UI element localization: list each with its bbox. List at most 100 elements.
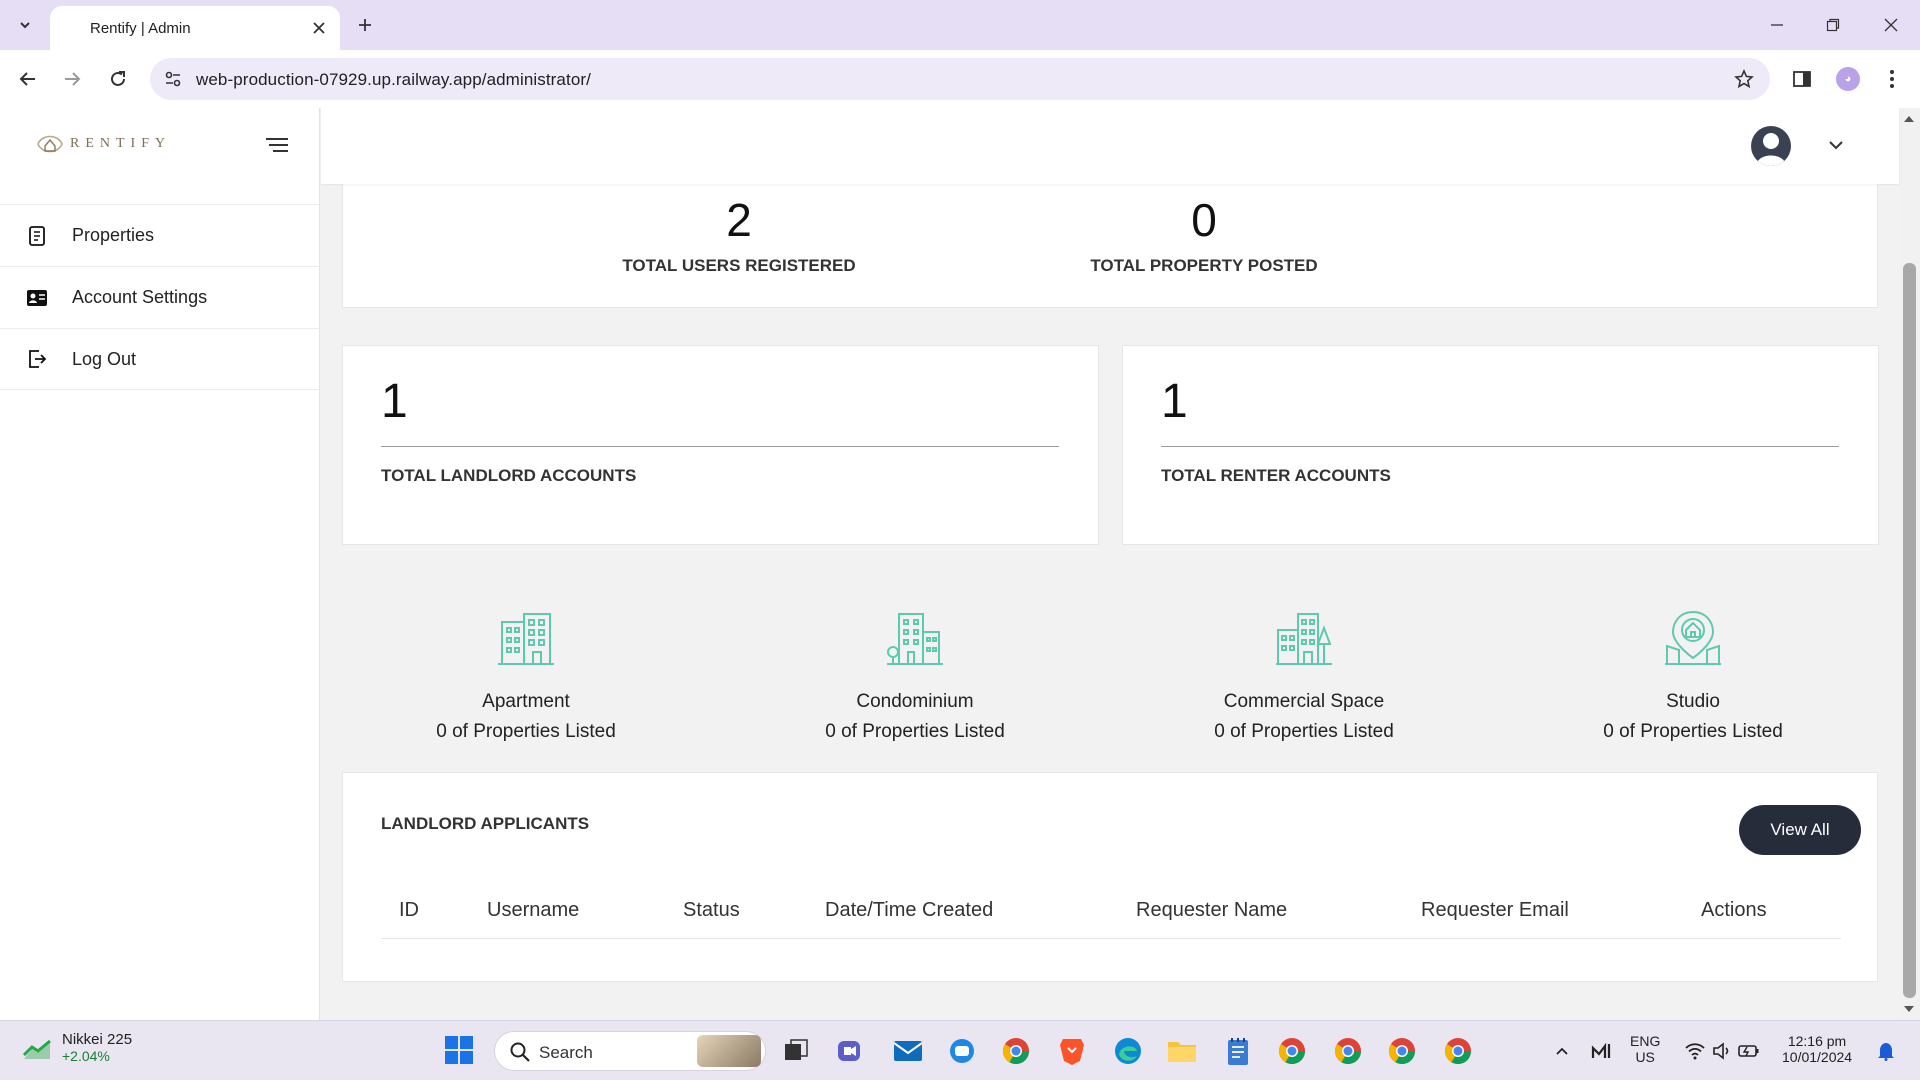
column-header-actions[interactable]: Actions (1701, 899, 1767, 922)
clock-time: 12:16 pm (1787, 1033, 1847, 1049)
back-button[interactable] (14, 65, 42, 93)
property-type-studio[interactable]: Studio 0 of Properties Listed (1543, 608, 1843, 743)
studio-icon (1665, 610, 1721, 665)
total-users-value: 2 (726, 194, 752, 246)
chrome-icon (1278, 1038, 1306, 1065)
browser-tab-bar: Rentify | Admin (0, 0, 1920, 50)
user-avatar[interactable] (1751, 126, 1791, 166)
chat-icon (950, 1039, 974, 1063)
stock-widget[interactable]: Nikkei 225 +2.04% (22, 1031, 132, 1064)
brave-app[interactable] (1054, 1033, 1090, 1069)
main-content[interactable]: 2 TOTAL USERS REGISTERED 0 TOTAL PROPERT… (321, 108, 1899, 1020)
chevron-down-icon (1829, 141, 1843, 150)
total-users-label: TOTAL USERS REGISTERED (622, 256, 856, 275)
chat-app[interactable] (944, 1033, 980, 1069)
property-type-name: Condominium (856, 691, 974, 712)
property-type-name: Commercial Space (1223, 691, 1385, 712)
tray-app-icon[interactable] (1584, 1033, 1620, 1069)
user-menu-toggle[interactable] (1825, 134, 1847, 156)
minimize-button[interactable] (1764, 12, 1790, 38)
address-bar[interactable]: web-production-07929.up.railway.app/admi… (150, 58, 1770, 100)
chrome-profile-app-3[interactable] (1384, 1033, 1420, 1069)
chrome-profile-app-1[interactable] (1274, 1033, 1310, 1069)
windows-logo-icon (445, 1036, 473, 1064)
sidebar-item-account-settings[interactable]: Account Settings (0, 266, 320, 328)
brand-name: RENTIFY (70, 136, 172, 151)
url-text[interactable]: web-production-07929.up.railway.app/admi… (196, 70, 591, 90)
sidebar-item-label: Account Settings (72, 287, 208, 307)
sidebar-item-properties[interactable]: Properties (0, 204, 320, 266)
edge-app[interactable] (1110, 1033, 1146, 1069)
teams-app[interactable] (834, 1033, 870, 1069)
sidebar-menu: Properties Account Settings Log Out (0, 204, 320, 390)
search-highlight-image (697, 1035, 761, 1067)
browser-toolbar: web-production-07929.up.railway.app/admi… (0, 50, 1920, 108)
file-explorer-app[interactable] (1164, 1033, 1200, 1069)
landlord-accounts-label: TOTAL LANDLORD ACCOUNTS (381, 466, 637, 485)
close-window-button[interactable] (1878, 12, 1904, 38)
tab-search-button[interactable] (10, 10, 40, 40)
quick-settings-button[interactable] (1680, 1033, 1764, 1069)
language-code: ENG (1630, 1033, 1661, 1049)
total-properties-label: TOTAL PROPERTY POSTED (1090, 256, 1318, 275)
property-type-condominium[interactable]: Condominium 0 of Properties Listed (765, 608, 1065, 743)
close-icon (313, 22, 325, 34)
browser-tab[interactable]: Rentify | Admin (50, 6, 340, 50)
restore-button[interactable] (1820, 12, 1846, 38)
notepad-app[interactable] (1220, 1033, 1256, 1069)
tab-close-button[interactable] (308, 17, 330, 39)
side-panel-button[interactable] (1788, 65, 1816, 93)
tray-overflow-button[interactable] (1544, 1033, 1580, 1069)
start-button[interactable] (444, 1035, 476, 1067)
bookmark-star-icon[interactable] (1732, 67, 1756, 91)
chrome-profile-app-2[interactable] (1330, 1033, 1366, 1069)
rentify-logo-icon (37, 135, 63, 153)
column-header-id[interactable]: ID (399, 899, 419, 922)
commercial-space-icon (1276, 613, 1332, 665)
chrome-icon (1388, 1038, 1416, 1065)
scroll-thumb[interactable] (1903, 263, 1916, 998)
input-language-indicator[interactable]: ENG US (1630, 1033, 1660, 1065)
battery-icon (1738, 1045, 1759, 1057)
chrome-app[interactable] (998, 1033, 1034, 1069)
sidebar-item-log-out[interactable]: Log Out (0, 328, 320, 390)
column-header-username[interactable]: Username (487, 899, 579, 922)
property-type-apartment[interactable]: Apartment 0 of Properties Listed (376, 608, 676, 743)
chrome-profile-app-4[interactable] (1440, 1033, 1476, 1069)
chrome-icon (1444, 1038, 1472, 1065)
profile-button[interactable]: ◕ (1834, 65, 1862, 93)
brand-logo[interactable]: RENTIFY (36, 132, 171, 156)
column-header-date-created[interactable]: Date/Time Created (825, 899, 993, 922)
column-header-status[interactable]: Status (683, 899, 740, 922)
scroll-up-arrow-icon[interactable] (1904, 116, 1914, 122)
taskbar-search[interactable]: Search (494, 1031, 766, 1071)
new-tab-button[interactable] (352, 12, 378, 38)
keyboard-region: US (1635, 1049, 1655, 1065)
notifications-button[interactable] (1868, 1033, 1904, 1069)
stock-chart-icon (22, 1039, 51, 1059)
renter-accounts-value: 1 (1161, 375, 1188, 428)
reload-button[interactable] (104, 65, 132, 93)
clock[interactable]: 12:16 pm 10/01/2024 (1782, 1033, 1852, 1065)
chevron-down-icon (20, 22, 30, 29)
page-scrollbar[interactable] (1899, 108, 1920, 1020)
view-all-button[interactable]: View All (1739, 805, 1861, 855)
widget-value: +2.04% (62, 1048, 110, 1064)
property-type-count: 0 of Properties Listed (1603, 721, 1783, 742)
more-vertical-icon (1890, 70, 1894, 88)
property-type-count: 0 of Properties Listed (1214, 721, 1394, 742)
document-icon (26, 225, 48, 247)
sidebar-toggle-button[interactable] (264, 132, 292, 160)
property-type-commercial-space[interactable]: Commercial Space 0 of Properties Listed (1154, 608, 1454, 743)
scroll-down-arrow-icon[interactable] (1904, 1006, 1914, 1012)
task-view-button[interactable] (778, 1033, 814, 1069)
browser-menu-button[interactable] (1878, 65, 1906, 93)
site-settings-icon[interactable] (162, 68, 184, 90)
column-header-requester-email[interactable]: Requester Email (1421, 899, 1569, 922)
side-panel-icon (1793, 71, 1811, 87)
forward-button[interactable] (58, 65, 86, 93)
notepad-icon (1228, 1038, 1248, 1065)
column-header-requester-name[interactable]: Requester Name (1136, 899, 1287, 922)
mail-app[interactable] (890, 1033, 926, 1069)
os-taskbar: Nikkei 225 +2.04% Search ENG US 12:16 pm… (0, 1020, 1920, 1080)
